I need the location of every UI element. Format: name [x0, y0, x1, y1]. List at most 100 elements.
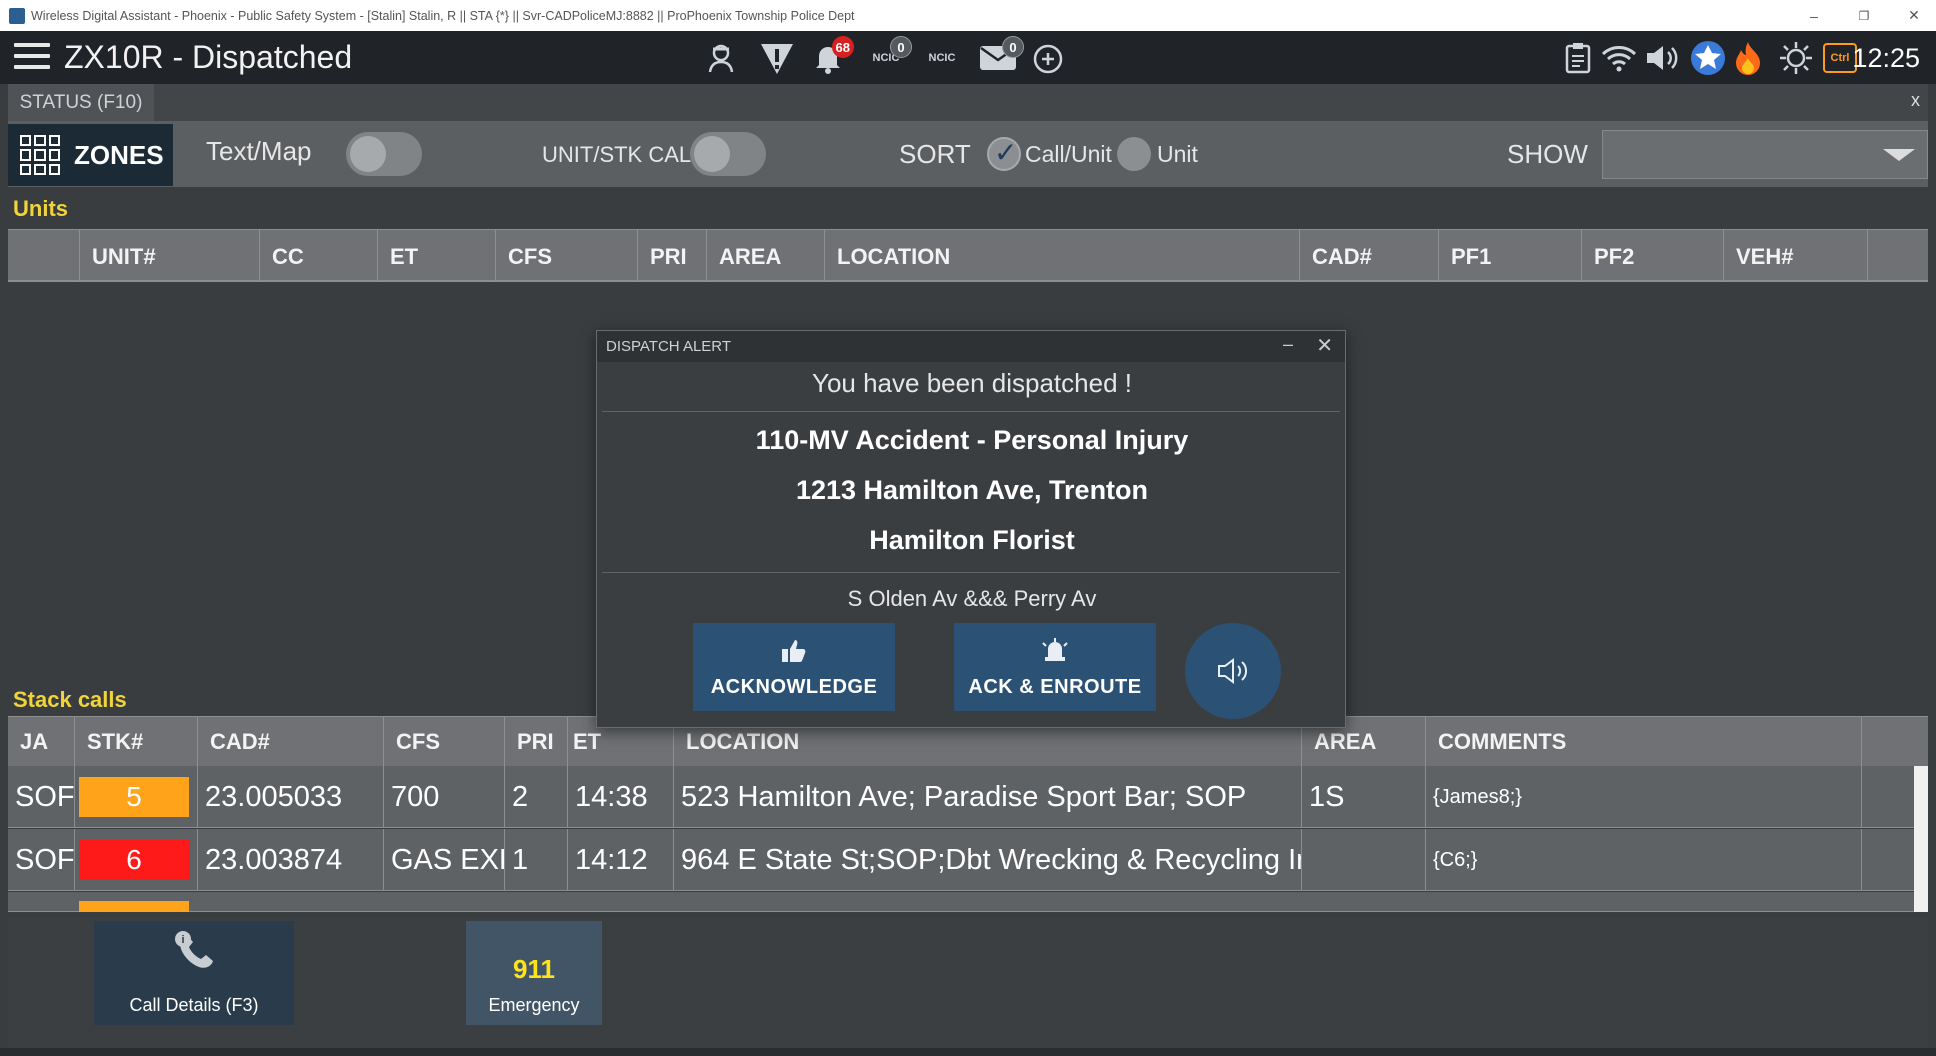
units-col-cad[interactable]: CAD#: [1300, 230, 1439, 283]
police-badge-icon[interactable]: [1688, 38, 1728, 78]
ncic-badge: 0: [890, 36, 912, 58]
units-col-pri[interactable]: PRI: [638, 230, 707, 283]
units-col-blank: [8, 230, 80, 283]
stack-col-comments[interactable]: COMMENTS: [1426, 717, 1862, 767]
stack-scrollbar[interactable]: [1914, 766, 1928, 912]
window-titlebar: Wireless Digital Assistant - Phoenix - P…: [0, 0, 1936, 31]
show-label: SHOW: [1507, 139, 1588, 169]
units-col-pf2[interactable]: PF2: [1582, 230, 1724, 283]
row-location: 964 E State St;SOP;Dbt Wrecking & Recycl…: [674, 829, 1302, 891]
thumbs-up-icon: [781, 639, 807, 670]
ack-enroute-button[interactable]: ACK & ENROUTE: [954, 623, 1156, 711]
siren-icon: [1040, 637, 1070, 670]
units-section-title: Units: [13, 196, 68, 221]
dialog-title: DISPATCH ALERT: [606, 338, 732, 355]
row-comments: {James8;}: [1426, 766, 1862, 828]
warning-icon[interactable]: [757, 38, 797, 78]
phone-info-icon: i: [169, 929, 219, 985]
ncic-search-icon[interactable]: NCIC: [922, 38, 962, 78]
emergency-911-icon: 911: [513, 954, 555, 984]
units-col-pf1[interactable]: PF1: [1439, 230, 1582, 283]
zones-button[interactable]: ZONES: [8, 124, 173, 186]
row-cad: 23.005033: [198, 766, 384, 828]
row-pri: 1: [505, 829, 568, 891]
sort-callunit-radio[interactable]: [987, 136, 1021, 171]
app-header: ZX10R - Dispatched 68 NCIC 0 NCIC 0 Ctrl…: [0, 31, 1936, 84]
minimize-button[interactable]: –: [1794, 0, 1834, 31]
clipboard-icon[interactable]: [1558, 38, 1598, 78]
units-col-area[interactable]: AREA: [707, 230, 825, 283]
mail-badge: 0: [1002, 36, 1024, 58]
taskbar: [0, 1048, 1936, 1056]
units-col-location[interactable]: LOCATION: [825, 230, 1300, 283]
show-dropdown[interactable]: [1602, 130, 1928, 179]
zones-label: ZONES: [74, 139, 164, 170]
page-title: ZX10R - Dispatched: [64, 39, 353, 75]
sort-unit-radio[interactable]: [1117, 137, 1151, 171]
text-map-label: Text/Map: [206, 136, 312, 166]
dialog-close-button[interactable]: ✕: [1316, 333, 1333, 358]
text-map-toggle[interactable]: [346, 132, 422, 176]
volume-icon[interactable]: [1642, 38, 1682, 78]
ack-enroute-label: ACK & ENROUTE: [968, 676, 1142, 698]
row-cad: 23.003874: [198, 829, 384, 891]
row-comments: {C6;}: [1426, 829, 1862, 891]
call-details-label: Call Details (F3): [129, 995, 259, 1015]
dispatch-message: You have been dispatched !: [812, 368, 1132, 398]
call-details-button[interactable]: i Call Details (F3): [94, 921, 294, 1025]
divider: [602, 572, 1340, 573]
row-area: [1302, 829, 1426, 891]
units-col-veh[interactable]: VEH#: [1724, 230, 1868, 283]
window-close-button[interactable]: ✕: [1894, 0, 1934, 31]
officer-icon[interactable]: [701, 38, 741, 78]
row-et: 14:38: [568, 766, 674, 828]
status-tab-strip: STATUS (F10) x: [8, 84, 1928, 121]
window-title: Wireless Digital Assistant - Phoenix - P…: [31, 8, 855, 23]
table-row[interactable]: SOF 6 23.003874 GAS EXP 1 14:12 964 E St…: [8, 829, 1920, 891]
stack-col-ja[interactable]: JA: [8, 717, 75, 767]
emergency-button[interactable]: 911 Emergency: [466, 921, 602, 1025]
unit-stk-call-toggle[interactable]: [690, 132, 766, 176]
stack-col-stk[interactable]: STK#: [75, 717, 198, 767]
row-pri: 2: [505, 766, 568, 828]
table-row-partial[interactable]: [8, 892, 1920, 912]
units-col-cc[interactable]: CC: [260, 230, 378, 283]
row-area: 1S: [1302, 766, 1426, 828]
stack-section-title: Stack calls: [13, 687, 127, 712]
stack-col-pri[interactable]: PRI: [505, 717, 568, 767]
tab-status[interactable]: STATUS (F10): [8, 84, 154, 121]
brightness-icon[interactable]: [1776, 38, 1816, 78]
unit-stk-call-label: UNIT/STK CALL: [542, 142, 704, 167]
row-ja: SOF: [8, 766, 75, 828]
app-icon: [9, 7, 25, 24]
dialog-minimize-button[interactable]: –: [1283, 334, 1293, 355]
alerts-bell-icon[interactable]: 68: [808, 36, 854, 78]
stack-col-cfs[interactable]: CFS: [384, 717, 505, 767]
clock: 12:25: [1852, 43, 1920, 73]
sort-label: SORT: [899, 139, 971, 169]
units-col-cfs[interactable]: CFS: [496, 230, 638, 283]
add-timer-icon[interactable]: [1028, 38, 1068, 78]
table-row[interactable]: SOF 5 23.005033 700 2 14:38 523 Hamilton…: [8, 766, 1920, 828]
stack-col-cad[interactable]: CAD#: [198, 717, 384, 767]
stk-number-badge: 5: [79, 777, 189, 817]
speaker-button[interactable]: [1185, 623, 1281, 719]
dispatch-alert-dialog: DISPATCH ALERT – ✕ You have been dispatc…: [596, 330, 1346, 728]
units-col-et[interactable]: ET: [378, 230, 496, 283]
svg-text:i: i: [181, 934, 184, 946]
acknowledge-label: ACKNOWLEDGE: [710, 676, 878, 698]
ncic-icon[interactable]: NCIC 0: [866, 36, 912, 78]
fire-icon[interactable]: [1728, 38, 1768, 78]
emergency-label: Emergency: [488, 995, 580, 1015]
mail-icon[interactable]: 0: [978, 36, 1024, 78]
acknowledge-button[interactable]: ACKNOWLEDGE: [693, 623, 895, 711]
row-cfs: 700: [384, 766, 505, 828]
hamburger-menu-icon[interactable]: [14, 43, 50, 71]
speaker-icon: [1218, 658, 1248, 684]
call-type: 110-MV Accident - Personal Injury: [755, 425, 1189, 455]
units-col-unit[interactable]: UNIT#: [80, 230, 260, 283]
cross-streets: S Olden Av &&& Perry Av: [847, 586, 1097, 611]
status-tab-close-button[interactable]: x: [1911, 90, 1920, 111]
restore-button[interactable]: ❐: [1844, 0, 1884, 31]
dialog-titlebar: DISPATCH ALERT: [597, 331, 1345, 362]
